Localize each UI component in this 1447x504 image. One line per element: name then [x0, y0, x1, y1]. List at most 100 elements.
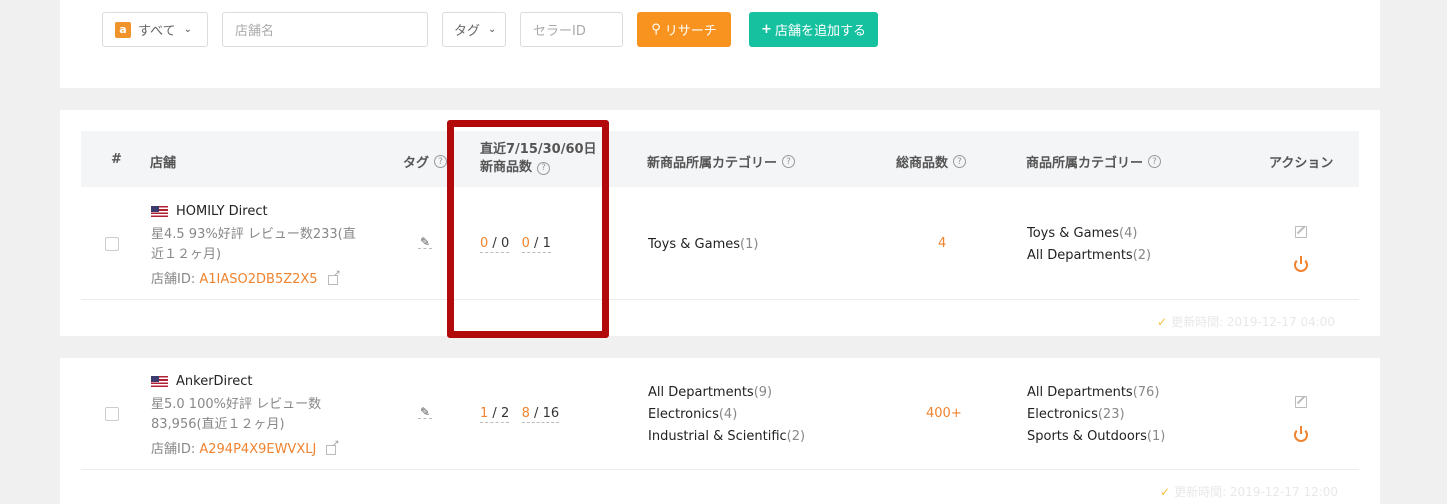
update-time: ✓ 更新時間: 2019-12-17 12:00: [1160, 483, 1338, 500]
chevron-down-icon: ⌄: [183, 24, 192, 35]
double-check-icon: ✓: [1160, 485, 1171, 499]
row-checkbox[interactable]: [105, 237, 119, 251]
new-categories-list: Toys & Games(1): [648, 234, 758, 256]
chevron-down-icon: ⌄: [488, 24, 497, 35]
tag-select[interactable]: タグ ⌄: [442, 12, 506, 47]
power-icon[interactable]: [1294, 426, 1308, 442]
filter-bar: a すべて ⌄ 店舗名 タグ ⌄ セラーID ⚲ リサーチ + 店舗を追加する: [60, 0, 1380, 88]
header-tag: タグ ?: [403, 152, 448, 171]
count-7: 0: [480, 236, 489, 251]
category-count: (1): [1146, 429, 1166, 444]
store-name-text: AnkerDirect: [176, 374, 253, 389]
store-name[interactable]: AnkerDirect: [151, 374, 252, 389]
category-item[interactable]: Electronics(23): [1027, 404, 1165, 426]
help-icon[interactable]: ?: [537, 161, 551, 175]
category-count: (9): [753, 385, 773, 400]
header-actions: アクション: [1269, 156, 1334, 171]
edit-icon[interactable]: [1295, 396, 1307, 408]
category-name: Toys & Games: [648, 237, 741, 252]
count-30-60[interactable]: 8 / 16: [521, 406, 560, 423]
header-new-products-line2: 新商品数: [480, 160, 533, 175]
help-icon[interactable]: ?: [434, 155, 448, 168]
count-30-60[interactable]: 0 / 1: [521, 236, 551, 253]
store-rating-line2: 83,956(直近１２ヶ月): [151, 417, 285, 432]
store-rating-line1: 星4.5 93%好評 レビュー数233(直: [151, 227, 356, 242]
category-count: (76): [1132, 385, 1160, 400]
category-count: (23): [1097, 407, 1125, 422]
power-icon[interactable]: [1294, 256, 1308, 272]
double-check-icon: ✓: [1157, 315, 1168, 329]
store-rating-line2: 近１２ヶ月): [151, 247, 222, 262]
store-table: # 店舗 タグ ? 直近7/15/30/60日 新商品数 ? 新商品所属カテゴリ…: [60, 110, 1380, 336]
external-link-icon[interactable]: [326, 439, 339, 455]
row-divider: [81, 469, 1359, 470]
search-button-label: リサーチ: [664, 24, 717, 39]
count-7-15[interactable]: 0 / 0: [480, 236, 510, 253]
header-total-products: 総商品数 ?: [896, 152, 967, 171]
category-item[interactable]: Industrial & Scientific(2): [648, 426, 805, 448]
count-60: 16: [542, 406, 560, 421]
count-7-15[interactable]: 1 / 2: [480, 406, 510, 423]
help-icon[interactable]: ?: [1148, 155, 1162, 168]
count-30: 8: [521, 406, 530, 421]
category-item[interactable]: Electronics(4): [648, 404, 805, 426]
store-id-label: 店舗ID:: [151, 442, 196, 457]
edit-icon[interactable]: [1295, 226, 1307, 238]
tag-edit-icon[interactable]: ✎: [418, 406, 432, 419]
store-rating-info: 星5.0 100%好評 レビュー数 83,956(直近１２ヶ月): [151, 395, 321, 435]
header-tag-label: タグ: [403, 156, 430, 171]
update-time-text: 更新時間: 2019-12-17 12:00: [1174, 485, 1339, 499]
marketplace-select[interactable]: a すべて ⌄: [102, 12, 208, 47]
category-name: Industrial & Scientific: [648, 429, 787, 444]
tag-edit-icon[interactable]: ✎: [418, 236, 432, 249]
store-id-link[interactable]: A1IASO2DB5Z2X5: [199, 272, 317, 287]
category-item[interactable]: Toys & Games(4): [1027, 223, 1151, 245]
seller-id-input[interactable]: セラーID: [520, 12, 623, 47]
category-name: All Departments: [648, 385, 754, 400]
category-count: (2): [1132, 248, 1152, 263]
us-flag-icon: [151, 376, 168, 387]
external-link-icon[interactable]: [327, 269, 341, 285]
category-count: (2): [786, 429, 806, 444]
store-name[interactable]: HOMILY Direct: [151, 204, 268, 219]
total-products: 4: [938, 236, 947, 251]
store-rating-info: 星4.5 93%好評 レビュー数233(直 近１２ヶ月): [151, 225, 356, 265]
store-table-row-card: AnkerDirect 星5.0 100%好評 レビュー数 83,956(直近１…: [60, 358, 1380, 504]
header-new-products: 直近7/15/30/60日 新商品数 ?: [480, 141, 597, 177]
product-categories-list: Toys & Games(4) All Departments(2): [1027, 223, 1151, 267]
category-name: Sports & Outdoors: [1027, 429, 1147, 444]
category-count: (1): [740, 237, 759, 252]
table-header: # 店舗 タグ ? 直近7/15/30/60日 新商品数 ? 新商品所属カテゴリ…: [81, 131, 1359, 187]
total-products: 400+: [926, 406, 962, 421]
header-new-products-line2-wrap: 新商品数 ?: [480, 159, 551, 177]
new-categories-list: All Departments(9) Electronics(4) Indust…: [648, 382, 805, 448]
category-name: All Departments: [1027, 248, 1133, 263]
row-divider: [81, 299, 1359, 300]
count-7: 1: [480, 406, 489, 421]
category-count: (4): [1119, 226, 1138, 241]
search-button[interactable]: ⚲ リサーチ: [637, 12, 731, 47]
product-categories-list: All Departments(76) Electronics(23) Spor…: [1027, 382, 1165, 448]
category-item[interactable]: All Departments(9): [648, 382, 805, 404]
category-item[interactable]: Sports & Outdoors(1): [1027, 426, 1165, 448]
store-name-text: HOMILY Direct: [176, 204, 268, 219]
store-name-input[interactable]: 店舗名: [222, 12, 428, 47]
category-item[interactable]: All Departments(76): [1027, 382, 1165, 404]
help-icon[interactable]: ?: [782, 155, 796, 168]
category-item[interactable]: Toys & Games(1): [648, 234, 758, 256]
store-id-link[interactable]: A294P4X9EWVXLJ: [199, 442, 316, 457]
header-new-products-line1: 直近7/15/30/60日: [480, 142, 597, 157]
help-icon[interactable]: ?: [953, 155, 967, 168]
us-flag-icon: [151, 206, 168, 217]
category-count: (4): [718, 407, 738, 422]
header-new-categories: 新商品所属カテゴリー ?: [647, 152, 796, 171]
plus-icon: +: [761, 22, 772, 37]
header-total-products-label: 総商品数: [896, 156, 949, 171]
update-time: ✓ 更新時間: 2019-12-17 04:00: [1157, 313, 1335, 330]
add-store-button[interactable]: + 店舗を追加する: [749, 12, 878, 47]
row-checkbox[interactable]: [105, 407, 119, 421]
search-icon: ⚲: [651, 22, 661, 37]
category-item[interactable]: All Departments(2): [1027, 245, 1151, 267]
header-product-categories: 商品所属カテゴリー ?: [1026, 152, 1162, 171]
store-name-placeholder: 店舗名: [235, 24, 275, 39]
